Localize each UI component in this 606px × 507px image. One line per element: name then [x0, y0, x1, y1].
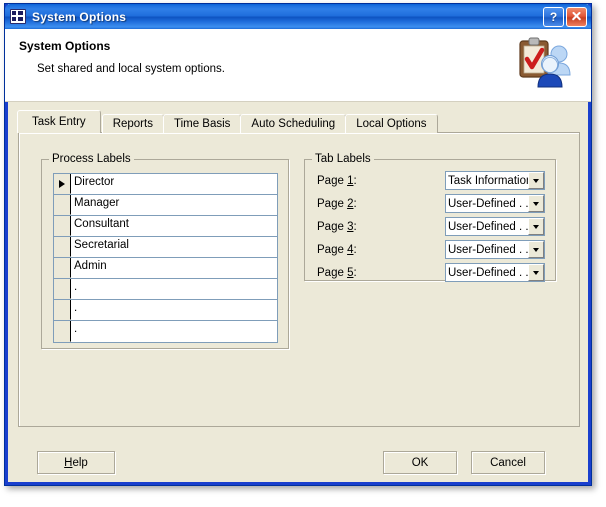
title-bar-buttons: ?: [543, 6, 589, 27]
page-subtitle: Set shared and local system options.: [37, 63, 225, 75]
process-labels-grid: Director Manager Consultant Secretarial: [53, 173, 278, 343]
tab-task-entry[interactable]: Task Entry: [17, 110, 101, 133]
page-1-combo[interactable]: Task Information: [445, 171, 545, 190]
process-label-input[interactable]: Admin: [71, 258, 277, 278]
window-title: System Options: [32, 9, 127, 24]
chevron-down-icon[interactable]: [528, 218, 544, 235]
chevron-down-icon[interactable]: [528, 241, 544, 258]
page-1-label: Page 1:: [317, 174, 357, 187]
chevron-down-icon[interactable]: [528, 172, 544, 189]
process-label-input[interactable]: .: [71, 321, 277, 342]
table-row[interactable]: Director: [54, 174, 277, 195]
clipboard-users-icon: [519, 37, 571, 88]
table-row[interactable]: Manager: [54, 195, 277, 216]
row-selector[interactable]: [54, 195, 71, 215]
tab-panel-task-entry: Process Labels Director Manager Consulta…: [18, 132, 580, 427]
row-selector[interactable]: [54, 174, 71, 194]
process-labels-group-title: Process Labels: [49, 153, 134, 165]
tab-time-basis[interactable]: Time Basis: [162, 114, 242, 133]
page-2-combo[interactable]: User-Defined . . :: [445, 194, 545, 213]
table-row[interactable]: .: [54, 279, 277, 300]
table-row[interactable]: Secretarial: [54, 237, 277, 258]
tab-labels-group-title: Tab Labels: [312, 153, 374, 165]
tab-strip: Task Entry Reports Time Basis Auto Sched…: [17, 110, 438, 133]
page-1-combo-value: Task Information: [448, 174, 528, 187]
row-selector[interactable]: [54, 321, 71, 342]
process-label-input[interactable]: .: [71, 279, 277, 299]
tab-reports[interactable]: Reports: [101, 114, 164, 133]
process-label-input[interactable]: Secretarial: [71, 237, 277, 257]
chevron-down-icon[interactable]: [528, 264, 544, 281]
table-row[interactable]: Consultant: [54, 216, 277, 237]
page-4-combo-value: User-Defined . .: [448, 243, 528, 256]
cancel-button[interactable]: Cancel: [471, 451, 545, 474]
page-title: System Options: [19, 39, 111, 53]
row-selector[interactable]: [54, 258, 71, 278]
page-5-combo-value: User-Defined . .: [448, 266, 528, 279]
page-5-row: Page 5: User-Defined . .: [317, 263, 545, 282]
table-row[interactable]: .: [54, 321, 277, 342]
row-selector[interactable]: [54, 237, 71, 257]
dialog-header: System Options Set shared and local syst…: [5, 29, 591, 102]
close-icon: [571, 11, 582, 22]
page-3-combo[interactable]: User-Defined . .: [445, 217, 545, 236]
page-4-combo[interactable]: User-Defined . .: [445, 240, 545, 259]
process-labels-group: Process Labels Director Manager Consulta…: [41, 153, 289, 349]
ok-button[interactable]: OK: [383, 451, 457, 474]
chevron-down-icon[interactable]: [528, 195, 544, 212]
dialog-button-bar: Help OK Cancel: [5, 451, 591, 475]
tab-strip-area: Task Entry Reports Time Basis Auto Sched…: [17, 110, 580, 133]
page-5-label: Page 5:: [317, 266, 357, 279]
screenshot-root: System Options ? System Options Set shar…: [0, 0, 606, 507]
page-2-row: Page 2: User-Defined . . :: [317, 194, 545, 213]
row-selector[interactable]: [54, 279, 71, 299]
table-row[interactable]: Admin: [54, 258, 277, 279]
row-selector[interactable]: [54, 216, 71, 236]
table-grid-icon: [10, 9, 26, 24]
page-2-label: Page 2:: [317, 197, 357, 210]
help-button[interactable]: Help: [37, 451, 115, 474]
page-4-row: Page 4: User-Defined . .: [317, 240, 545, 259]
page-1-row: Page 1: Task Information: [317, 171, 545, 190]
close-button[interactable]: [566, 6, 587, 27]
page-2-combo-value: User-Defined . . :: [448, 197, 528, 210]
system-options-dialog: System Options ? System Options Set shar…: [4, 3, 592, 486]
tab-auto-scheduling[interactable]: Auto Scheduling: [240, 114, 347, 133]
table-row[interactable]: .: [54, 300, 277, 321]
process-label-input[interactable]: .: [71, 300, 277, 320]
page-3-label: Page 3:: [317, 220, 357, 233]
page-3-combo-value: User-Defined . .: [448, 220, 528, 233]
row-selector-arrow-icon: [59, 179, 65, 188]
tab-labels-group: Tab Labels Page 1: Task Information Page…: [304, 153, 556, 282]
tab-local-options[interactable]: Local Options: [345, 114, 438, 133]
page-3-row: Page 3: User-Defined . .: [317, 217, 545, 236]
page-5-combo[interactable]: User-Defined . .: [445, 263, 545, 282]
page-4-label: Page 4:: [317, 243, 357, 256]
title-bar[interactable]: System Options ?: [5, 4, 591, 29]
row-selector[interactable]: [54, 300, 71, 320]
process-label-input[interactable]: Manager: [71, 195, 277, 215]
process-label-input[interactable]: Director: [71, 174, 277, 194]
process-label-input[interactable]: Consultant: [71, 216, 277, 236]
help-titlebar-button[interactable]: ?: [543, 6, 564, 27]
